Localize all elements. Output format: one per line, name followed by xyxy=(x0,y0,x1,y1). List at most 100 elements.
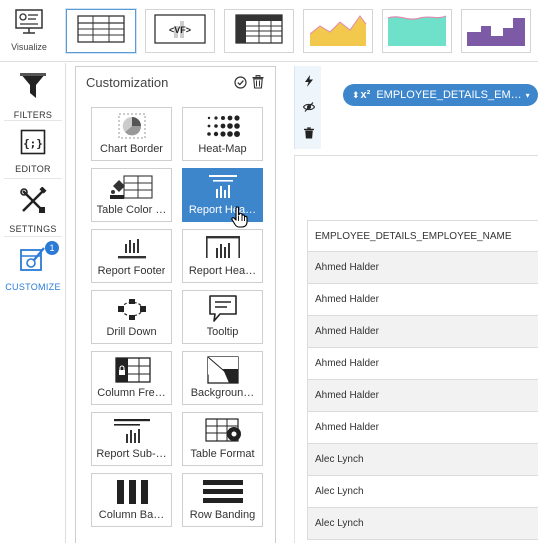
card-label: Chart Border xyxy=(100,143,163,155)
field-actions-strip xyxy=(294,66,321,149)
card-label: Backgroun… xyxy=(190,387,255,399)
table-header-cell[interactable]: EMPLOYEE_DETAILS_EMPLOYEE_NAME xyxy=(307,220,538,252)
chart-border-card[interactable]: Chart Border xyxy=(91,107,172,161)
report-subheader-card[interactable]: Report Sub-… xyxy=(91,412,172,466)
check-circle-icon[interactable] xyxy=(234,76,247,94)
card-label: Drill Down xyxy=(106,326,157,338)
column-banding-icon xyxy=(92,474,171,509)
visualize-button[interactable]: Visualize xyxy=(8,6,50,54)
table-cell: Alec Lynch xyxy=(315,454,364,465)
sidebar-item-label: EDITOR xyxy=(15,164,51,174)
sidebar-item-label: CUSTOMIZE xyxy=(5,282,61,292)
sidebar-item-settings[interactable]: SETTINGS xyxy=(4,181,62,237)
table-row[interactable]: Ahmed Halder xyxy=(307,380,538,412)
panel-title: Customization xyxy=(86,75,169,90)
card-label: Heat-Map xyxy=(198,143,247,155)
table-row[interactable]: Alec Lynch xyxy=(307,444,538,476)
field-pill-label: EMPLOYEE_DETAILS_EM… xyxy=(376,89,522,101)
report-header-icon xyxy=(183,169,262,204)
teal-area-chart-thumbnail-icon xyxy=(386,12,448,51)
trash-icon[interactable] xyxy=(252,75,264,94)
report-header-2-icon xyxy=(183,230,262,265)
column-banding-card[interactable]: Column Ba… xyxy=(91,473,172,527)
table-cell: Alec Lynch xyxy=(315,518,364,529)
table-cell: Ahmed Halder xyxy=(315,390,379,401)
area-chart-thumbnail[interactable] xyxy=(303,9,373,53)
column-freeze-icon xyxy=(92,352,171,387)
heat-map-card[interactable]: Heat-Map xyxy=(182,107,263,161)
left-sidebar: FILTERS {;} EDITOR SETTINGS 1 CUSTOMIZE xyxy=(0,63,66,543)
card-label: Column Fre… xyxy=(97,387,166,399)
table-row[interactable]: Ahmed Halder xyxy=(307,412,538,444)
step-chart-thumbnail-icon xyxy=(465,12,527,51)
table-cell: Ahmed Halder xyxy=(315,262,379,273)
table-format-icon xyxy=(183,413,262,448)
background-icon xyxy=(183,352,262,387)
table-row[interactable]: Alec Lynch xyxy=(307,476,538,508)
drill-down-card[interactable]: Drill Down xyxy=(91,290,172,344)
report-header-card[interactable]: Report Hea… xyxy=(182,168,263,222)
field-pill[interactable]: ⬍ x² EMPLOYEE_DETAILS_EM… ▾ xyxy=(343,84,538,106)
sidebar-item-filters[interactable]: FILTERS xyxy=(4,65,62,121)
card-label: Report Sub-… xyxy=(96,448,167,460)
vf-text: <VF> xyxy=(169,25,191,35)
trash-icon[interactable] xyxy=(303,126,315,139)
visualization-toolbar: Visualize <VF> xyxy=(0,0,538,62)
x-squared-icon[interactable]: x² xyxy=(361,89,371,101)
table-cell: Ahmed Halder xyxy=(315,326,379,337)
card-label: Table Color … xyxy=(96,204,167,216)
row-banding-icon xyxy=(183,474,262,509)
report-subheader-icon xyxy=(92,413,171,448)
chevron-down-icon[interactable]: ▾ xyxy=(526,91,530,100)
background-card[interactable]: Backgroun… xyxy=(182,351,263,405)
card-label: Row Banding xyxy=(189,509,256,521)
table-cell: Alec Lynch xyxy=(315,486,364,497)
vf-thumbnail-icon: <VF> xyxy=(154,13,206,49)
column-freeze-card[interactable]: Column Fre… xyxy=(91,351,172,405)
code-braces-icon: {;} xyxy=(20,129,46,160)
column-header-label: EMPLOYEE_DETAILS_EMPLOYEE_NAME xyxy=(315,230,512,242)
svg-text:{;}: {;} xyxy=(23,137,43,150)
heat-map-icon xyxy=(183,108,262,143)
table-row[interactable]: Ahmed Halder xyxy=(307,252,538,284)
step-chart-thumbnail[interactable] xyxy=(461,9,531,53)
table-row[interactable]: Ahmed Halder xyxy=(307,348,538,380)
report-footer-card[interactable]: Report Footer xyxy=(91,229,172,283)
lightning-icon[interactable] xyxy=(303,74,315,87)
grid-table-thumbnail[interactable] xyxy=(224,9,294,53)
vf-thumbnail[interactable]: <VF> xyxy=(145,9,215,53)
tools-icon xyxy=(19,186,47,220)
teal-area-chart-thumbnail[interactable] xyxy=(382,9,452,53)
drill-down-icon xyxy=(92,291,171,326)
row-banding-card[interactable]: Row Banding xyxy=(182,473,263,527)
table-cell: Ahmed Halder xyxy=(315,294,379,305)
chart-border-icon xyxy=(92,108,171,143)
hand-cursor-icon xyxy=(230,206,248,233)
table-row[interactable]: Ahmed Halder xyxy=(307,284,538,316)
tooltip-card[interactable]: Tooltip xyxy=(182,290,263,344)
table-thumbnail[interactable] xyxy=(66,9,136,53)
table-thumbnail-icon xyxy=(77,14,125,48)
sidebar-item-customize[interactable]: 1 CUSTOMIZE xyxy=(4,239,62,295)
area-chart-thumbnail-icon xyxy=(308,12,368,51)
report-footer-icon xyxy=(92,230,171,265)
card-label: Report Footer xyxy=(97,265,166,277)
customization-panel: Customization Chart Border Heat-Map Tabl… xyxy=(75,66,276,543)
funnel-icon xyxy=(19,71,47,106)
report-header-2-card[interactable]: Report Hea… xyxy=(182,229,263,283)
card-label: Column Ba… xyxy=(98,509,165,521)
sort-icon[interactable]: ⬍ xyxy=(352,90,360,101)
table-row[interactable]: Alec Lynch xyxy=(307,508,538,540)
customize-icon xyxy=(19,245,47,278)
sidebar-item-label: FILTERS xyxy=(13,110,53,120)
eye-slash-icon[interactable] xyxy=(302,100,316,112)
table-row[interactable]: Ahmed Halder xyxy=(307,316,538,348)
notification-badge: 1 xyxy=(45,241,59,255)
sidebar-item-editor[interactable]: {;} EDITOR xyxy=(4,123,62,179)
tooltip-icon xyxy=(183,291,262,326)
table-format-card[interactable]: Table Format xyxy=(182,412,263,466)
card-label: Table Format xyxy=(190,448,255,460)
sidebar-item-label: SETTINGS xyxy=(9,224,57,234)
table-cell: Ahmed Halder xyxy=(315,422,379,433)
table-color-card[interactable]: Table Color … xyxy=(91,168,172,222)
